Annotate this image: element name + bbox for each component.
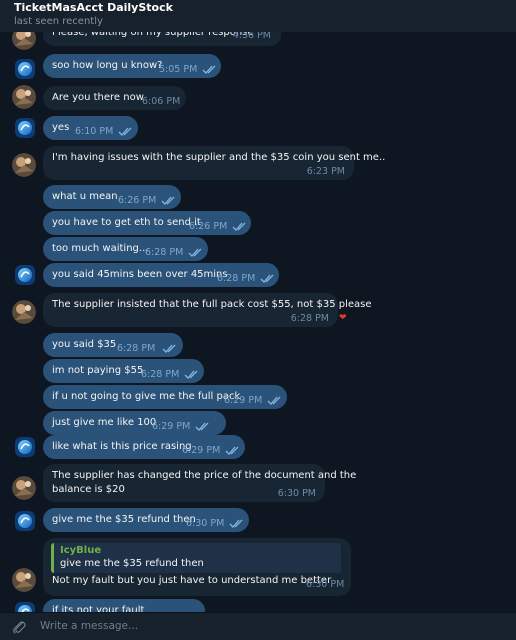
message-text: Please, waiting on my supplier response	[52, 32, 254, 38]
message-bubble[interactable]: if u not going to give me the full pack …	[43, 385, 287, 409]
message-time: 6:28 PM	[117, 343, 156, 354]
read-check-icon	[184, 370, 198, 379]
supplier-avatar[interactable]	[12, 300, 36, 324]
message-time: 6:26 PM	[118, 195, 157, 206]
message-text: soo how long u know?	[52, 60, 163, 71]
supplier-avatar[interactable]	[12, 476, 36, 500]
message-bubble[interactable]: just give me like 100 6:29 PM	[43, 411, 226, 435]
message-time: 6:30 PM	[186, 518, 225, 529]
user-avatar[interactable]	[15, 511, 35, 531]
user-avatar[interactable]	[15, 437, 35, 457]
supplier-avatar[interactable]	[12, 32, 36, 50]
message-text: yes	[52, 122, 70, 133]
message-text: im not paying $55	[52, 365, 144, 376]
message-time: 6:28 PM	[290, 313, 329, 324]
read-check-icon	[118, 127, 132, 136]
message-list[interactable]: Please, waiting on my supplier response …	[0, 32, 516, 612]
user-avatar[interactable]	[15, 59, 35, 79]
supplier-avatar[interactable]	[12, 153, 36, 177]
supplier-avatar[interactable]	[12, 85, 36, 109]
read-check-icon	[260, 274, 274, 283]
read-check-icon	[202, 65, 216, 74]
chat-title: TicketMasAcct DailyStock	[14, 1, 173, 14]
reply-quote[interactable]: IcyBlue give me the $35 refund then	[51, 543, 341, 573]
message-time: 6:28 PM	[217, 273, 256, 284]
read-check-icon	[232, 222, 246, 231]
message-text: you said 45mins been over 45mins	[52, 269, 228, 280]
read-check-icon	[161, 196, 175, 205]
message-time: 6:29 PM	[224, 395, 263, 406]
read-check-icon	[267, 396, 281, 405]
heart-reaction-icon[interactable]: ❤	[339, 313, 347, 323]
message-time: 6:10 PM	[75, 126, 114, 137]
reply-quote-author: IcyBlue	[60, 545, 102, 556]
message-bubble[interactable]: you have to get eth to send it 6:26 PM	[43, 211, 251, 235]
message-text: just give me like 100	[52, 417, 157, 428]
paperclip-icon[interactable]	[12, 619, 26, 635]
read-check-icon	[225, 446, 239, 455]
message-time: 6:28 PM	[145, 247, 184, 258]
message-composer[interactable]: Write a message...	[0, 612, 516, 640]
message-text: like what is this price rasing	[52, 441, 192, 452]
supplier-avatar[interactable]	[12, 568, 36, 592]
message-text: The supplier has changed the price of th…	[52, 470, 357, 481]
message-time: 6:30 PM	[306, 579, 345, 590]
message-bubble[interactable]: if its not your fault	[43, 599, 205, 612]
message-bubble[interactable]: too much waiting... 6:28 PM	[43, 237, 208, 261]
reply-quote-text: give me the $35 refund then	[60, 558, 204, 569]
message-text: give me the $35 refund then	[52, 514, 196, 525]
message-time: 4:36 PM	[232, 32, 271, 41]
read-check-icon	[162, 344, 176, 353]
message-time: 6:29 PM	[152, 421, 191, 432]
message-time: 5:05 PM	[159, 64, 198, 75]
message-text: you said $35	[52, 339, 117, 350]
message-input[interactable]: Write a message...	[40, 620, 138, 632]
message-bubble[interactable]: im not paying $55 6:28 PM	[43, 359, 204, 383]
message-bubble[interactable]: you said $35 6:28 PM	[43, 333, 183, 357]
message-time: 6:26 PM	[189, 221, 228, 232]
message-bubble[interactable]: yes 6:10 PM	[43, 116, 138, 140]
message-time: 6:06 PM	[142, 96, 181, 107]
message-time: 6:29 PM	[182, 445, 221, 456]
message-bubble[interactable]: what u mean 6:26 PM	[43, 185, 181, 209]
read-check-icon	[229, 519, 243, 528]
message-bubble[interactable]: soo how long u know? 5:05 PM	[43, 54, 221, 78]
message-text: what u mean	[52, 191, 118, 202]
message-text: I'm having issues with the supplier and …	[52, 152, 386, 163]
message-text: you have to get eth to send it	[52, 217, 201, 228]
message-bubble[interactable]: like what is this price rasing 6:29 PM	[43, 435, 245, 459]
message-time: 6:23 PM	[306, 166, 345, 177]
message-time: 6:30 PM	[277, 488, 316, 499]
message-time: 6:28 PM	[141, 369, 180, 380]
user-avatar[interactable]	[15, 265, 35, 285]
message-bubble[interactable]: The supplier has changed the price of th…	[43, 464, 356, 502]
message-text: Are you there now	[52, 92, 144, 103]
message-text-line2: balance is $20	[52, 484, 125, 495]
message-bubble[interactable]: you said 45mins been over 45mins 6:28 PM	[43, 263, 279, 287]
message-bubble[interactable]: I'm having issues with the supplier and …	[43, 146, 385, 180]
read-check-icon	[195, 422, 209, 431]
user-avatar[interactable]	[15, 602, 35, 612]
message-bubble[interactable]: Are you there now 6:06 PM	[43, 86, 186, 110]
chat-header[interactable]: TicketMasAcct DailyStock last seen recen…	[0, 0, 516, 32]
message-bubble[interactable]: Please, waiting on my supplier response …	[43, 32, 281, 46]
message-text: if its not your fault	[52, 605, 145, 612]
chat-status: last seen recently	[14, 16, 103, 27]
message-text: too much waiting...	[52, 243, 149, 254]
read-check-icon	[188, 248, 202, 257]
message-bubble[interactable]: The supplier insisted that the full pack…	[43, 293, 372, 327]
message-text: Not my fault but you just have to unders…	[52, 575, 332, 586]
message-bubble[interactable]: give me the $35 refund then 6:30 PM	[43, 508, 249, 532]
user-avatar[interactable]	[15, 118, 35, 138]
message-text: if u not going to give me the full pack	[52, 391, 241, 402]
message-text: The supplier insisted that the full pack…	[52, 299, 372, 310]
